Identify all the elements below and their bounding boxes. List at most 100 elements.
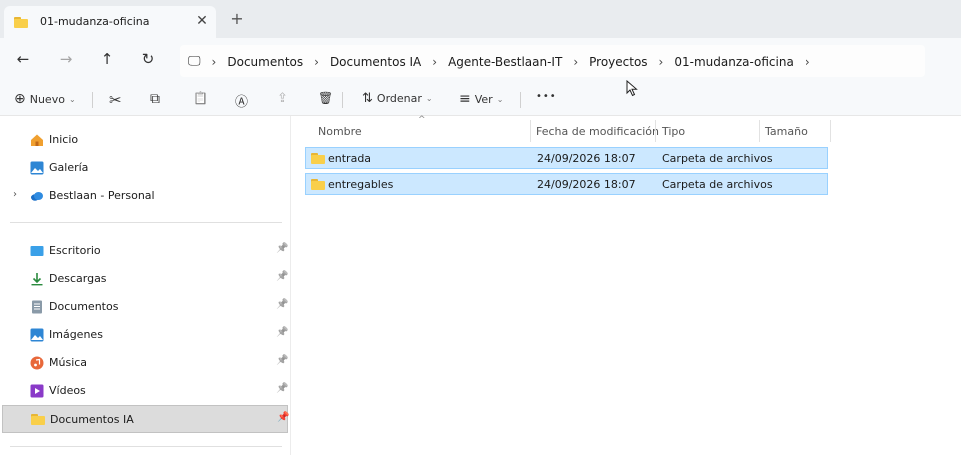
sidebar-item-descargas[interactable]: Descargas 📌 [2,266,288,292]
sidebar-item-label: Documentos IA [50,413,134,426]
breadcrumb-separator[interactable]: › [314,55,319,69]
sidebar-item-imagenes[interactable]: Imágenes 📌 [2,322,288,348]
share-button[interactable]: ⇪ [277,91,288,106]
chevron-down-icon: ⌄ [68,94,76,104]
back-icon[interactable]: ← [14,50,32,68]
rename-button[interactable]: Ⓐ [235,91,248,110]
home-icon [31,134,43,146]
address-bar[interactable]: 🖵 › Documentos › Documentos IA › Agente-… [180,45,925,77]
share-icon: ⇪ [277,91,288,106]
chevron-down-icon: ⌄ [425,94,433,103]
new-button[interactable]: ⊕ Nuevo ⌄ [14,91,76,107]
breadcrumb-documentos[interactable]: Documentos [227,55,303,69]
mouse-cursor-icon [626,80,638,97]
view-button-label: Ver [474,92,493,106]
breadcrumb-01-mudanza-oficina[interactable]: 01-mudanza-oficina [674,55,793,69]
breadcrumb-separator[interactable]: › [659,55,664,69]
file-type: Carpeta de archivos [662,152,773,165]
file-row-entregables[interactable]: entregables 24/09/2026 18:07 Carpeta de … [305,173,828,195]
sort-ascending-icon: ^ [418,115,426,125]
cut-button[interactable]: ✂ [109,91,122,109]
tab-active[interactable]: 01-mudanza-oficina ✕ [4,6,216,38]
pin-icon[interactable]: 📌 [276,243,288,254]
sidebar-item-label: Imágenes [49,328,103,341]
pin-icon[interactable]: 📌 [276,383,288,394]
paste-button[interactable]: 📋 [193,91,208,105]
rename-icon: Ⓐ [235,95,249,110]
sidebar-item-label: Vídeos [49,384,86,397]
folder-icon [14,17,28,28]
column-header-name[interactable]: Nombre [318,125,362,138]
column-header-size[interactable]: Tamaño [765,125,808,138]
plus-circle-icon: ⊕ [14,91,26,107]
up-icon[interactable]: ↑ [98,50,116,68]
more-options-button[interactable]: ••• [536,91,557,102]
navigation-pane: Inicio Galería › Bestlaan - Personal Esc… [0,116,292,455]
sidebar-item-musica[interactable]: Música 📌 [2,350,288,376]
pin-icon[interactable]: 📌 [276,327,288,338]
column-divider[interactable] [759,120,760,142]
column-header-row: Nombre ^ Fecha de modificación Tipo Tama… [305,115,831,144]
divider [10,222,282,223]
column-header-modified[interactable]: Fecha de modificación [536,125,659,138]
breadcrumb-separator[interactable]: › [432,55,437,69]
folder-icon [311,153,325,164]
sort-button-label: Ordenar [376,92,422,105]
scissors-icon: ✂ [109,91,122,109]
file-type: Carpeta de archivos [662,178,773,191]
forward-icon[interactable]: → [57,50,75,68]
pin-icon[interactable]: 📌 [276,299,288,310]
view-icon: ≡ [459,91,471,107]
clipboard-icon: 📋 [193,91,208,105]
column-divider[interactable] [655,120,656,142]
file-modified: 24/09/2026 18:07 [537,178,636,191]
sidebar-item-escritorio[interactable]: Escritorio 📌 [2,238,288,264]
sidebar-item-inicio[interactable]: Inicio [2,127,288,153]
pin-icon[interactable]: 📌 [277,412,289,423]
gallery-icon [30,161,44,175]
folder-icon [31,414,45,428]
chevron-right-icon[interactable]: › [13,189,17,200]
sidebar-item-label: Descargas [49,272,107,285]
breadcrumb-separator[interactable]: › [212,55,217,69]
file-row-entrada[interactable]: entrada 24/09/2026 18:07 Carpeta de arch… [305,147,828,169]
close-tab-icon[interactable]: ✕ [194,13,210,29]
sidebar-item-galeria[interactable]: Galería [2,155,288,181]
command-bar: ⊕ Nuevo ⌄ ✂ ⧉ 📋 Ⓐ ⇪ 🗑 ⇅ Ordenar ⌄ ≡ Ver … [0,84,961,116]
sidebar-item-bestlaan-personal[interactable]: › Bestlaan - Personal [2,183,288,209]
breadcrumb-documentos-ia[interactable]: Documentos IA [330,55,421,69]
divider [520,92,521,108]
pictures-icon [30,328,44,342]
divider [92,92,93,108]
sidebar-item-documentos-ia[interactable]: Documentos IA 📌 [2,405,289,433]
file-modified: 24/09/2026 18:07 [537,152,636,165]
sidebar-item-label: Inicio [49,133,79,146]
divider [342,92,343,108]
new-tab-icon[interactable]: + [229,9,245,28]
documents-icon [32,300,42,314]
view-button[interactable]: ≡ Ver ⌄ [459,91,503,107]
breadcrumb-proyectos[interactable]: Proyectos [589,55,647,69]
music-icon [30,356,44,370]
delete-button[interactable]: 🗑 [318,91,333,105]
breadcrumb-agente-bestlaan-it[interactable]: Agente-Bestlaan-IT [448,55,562,69]
sidebar-item-videos[interactable]: Vídeos 📌 [2,378,288,404]
pin-icon[interactable]: 📌 [276,355,288,366]
breadcrumb-separator[interactable]: › [805,55,810,69]
breadcrumb-separator[interactable]: › [573,55,578,69]
download-icon [31,273,43,286]
folder-icon [311,179,325,190]
sort-icon: ⇅ [362,91,373,106]
column-header-type[interactable]: Tipo [662,125,685,138]
refresh-icon[interactable]: ↻ [139,50,157,68]
sidebar-item-documentos[interactable]: Documentos 📌 [2,294,288,320]
computer-icon[interactable]: 🖵 [188,54,201,69]
pane-divider[interactable] [290,116,291,455]
chevron-down-icon: ⌄ [496,94,504,104]
sort-button[interactable]: ⇅ Ordenar ⌄ [362,91,433,106]
column-divider[interactable] [830,120,831,142]
pin-icon[interactable]: 📌 [276,271,288,282]
column-divider[interactable] [530,120,531,142]
copy-button[interactable]: ⧉ [150,91,160,107]
more-icon: ••• [536,91,557,102]
